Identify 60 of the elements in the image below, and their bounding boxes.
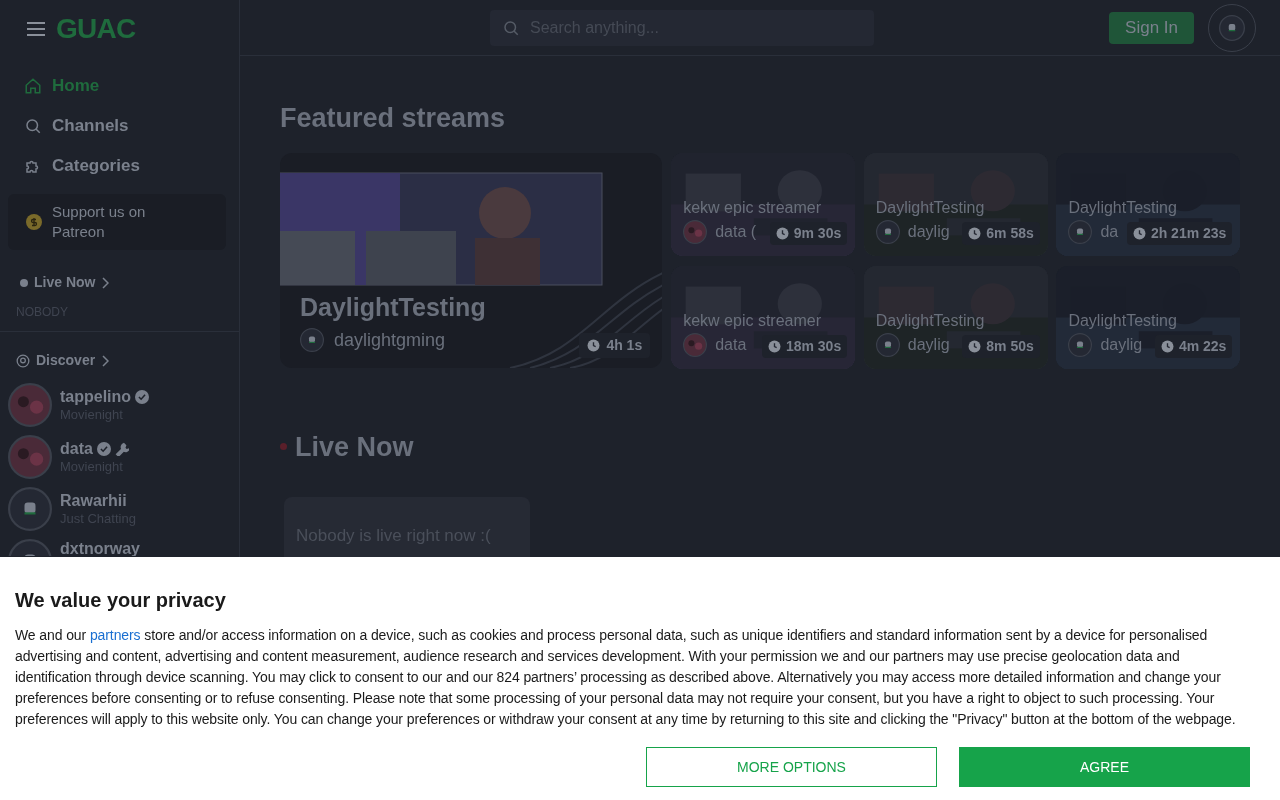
streamer-name: daylig	[907, 334, 950, 355]
streamer-name: daylig	[1100, 334, 1143, 355]
stream-title: kekw epic streamer	[683, 197, 822, 218]
stream-title: kekw epic streamer	[683, 310, 822, 331]
chevron-icon	[101, 354, 110, 367]
nav-item[interactable]: Home	[14, 66, 225, 106]
stream-card[interactable]: DaylightTesting da 2h 21m 23s	[1056, 152, 1241, 256]
clock-icon	[1132, 226, 1146, 240]
clock-icon	[775, 226, 789, 240]
partners-link[interactable]: partners	[89, 627, 141, 643]
live-dot-icon	[280, 443, 287, 451]
search-icon	[502, 18, 520, 37]
stream-title: DaylightTesting	[875, 310, 985, 331]
search-icon	[24, 117, 42, 135]
streamer-name: daylig	[907, 221, 950, 242]
streamer-name: data (	[715, 221, 757, 242]
agree-button[interactable]: AGREE	[959, 747, 1250, 787]
section-title[interactable]: Discover	[36, 350, 96, 371]
duration-badge: 8m 50s	[962, 334, 1040, 358]
menu-button[interactable]	[26, 21, 46, 37]
section-heading: Live Now	[295, 430, 414, 464]
streamer-name: data	[715, 334, 747, 355]
patreon-link[interactable]: Support us on Patreon	[8, 194, 226, 250]
stream-card[interactable]: DaylightTesting daylightgming 4h 1s	[280, 152, 663, 368]
logo[interactable]: GUAC	[56, 8, 136, 50]
stream-card[interactable]: DaylightTesting daylig 4m 22s	[1056, 265, 1241, 369]
menu-icon	[26, 21, 46, 37]
banner-title: We value your privacy	[15, 588, 227, 613]
stream-card[interactable]: DaylightTesting daylig 8m 50s	[863, 265, 1048, 369]
duration-badge: 6m 58s	[962, 221, 1040, 245]
section-title[interactable]: Live Now	[34, 272, 96, 293]
dot-icon	[20, 278, 28, 287]
clock-icon	[1160, 339, 1174, 353]
banner-text: We and our partners store and/or access information on a device, such as cookies and process personal data, such as unique identifiers and standard information sent by a device for personalised advertising and content, advertising and content measurement, audience research and services development. With your permission we and our partners may use precise geolocation data and identification through device scanning. You may click to consent to our and our 824 partners’ processing as described above. Alternatively you may access more detailed information and change your preferences before consenting or to refuse consenting. Please note that some processing of your personal data may not require your consent, but you have a right to object to such processing. Your preferences will apply to this website only. You can change your preferences or withdraw your consent at any time by returning to this site and clicking the "Privacy" button at the bottom of the webpage.	[15, 626, 1237, 729]
nav-item[interactable]: Channels	[14, 106, 225, 146]
stream-title: DaylightTesting	[1068, 197, 1177, 218]
stream-title: DaylightTesting	[875, 197, 985, 218]
stream-card[interactable]: kekw epic streamer data 18m 30s	[671, 265, 856, 369]
coin-icon	[26, 214, 42, 230]
clock-icon	[767, 339, 781, 353]
stream-card[interactable]: DaylightTesting daylig 6m 58s	[863, 152, 1048, 256]
sign-in-button[interactable]: Sign In	[1109, 11, 1194, 44]
chevron-icon	[101, 276, 110, 289]
home-icon	[24, 77, 42, 95]
stream-title: DaylightTesting	[1068, 310, 1177, 331]
nav-item[interactable]: Categories	[14, 146, 225, 186]
stream-card[interactable]: kekw epic streamer data ( 9m 30s	[671, 152, 856, 256]
clock-icon	[587, 338, 601, 352]
more-options-button[interactable]: MORE OPTIONS	[646, 747, 937, 787]
channel-name: data	[60, 438, 93, 459]
channel-name: tappelino	[60, 386, 132, 407]
stream-title: DaylightTesting	[300, 291, 486, 323]
clock-icon	[968, 226, 982, 240]
compass-icon	[16, 353, 30, 368]
duration-badge: 4h 1s	[579, 332, 651, 358]
clock-icon	[968, 339, 982, 353]
section-heading: Featured streams	[280, 102, 507, 135]
streamer-name: daylightgming	[334, 328, 446, 352]
channel-name: Rawarhii	[60, 490, 127, 511]
streamer-name: da	[1100, 221, 1119, 242]
